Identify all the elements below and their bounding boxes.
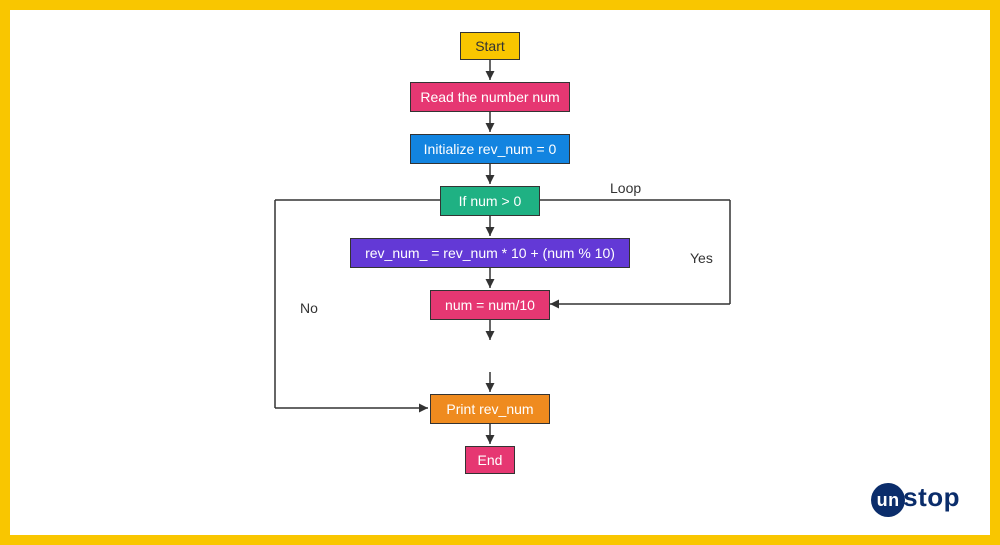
brand-prefix: un [871, 483, 905, 517]
node-read: Read the number num [410, 82, 570, 112]
node-init: Initialize rev_num = 0 [410, 134, 570, 164]
label-loop: Loop [610, 180, 641, 196]
node-end: End [465, 446, 515, 474]
node-print: Print rev_num [430, 394, 550, 424]
label-yes: Yes [690, 250, 713, 266]
node-compute: rev_num_ = rev_num * 10 + (num % 10) [350, 238, 630, 268]
node-end-label: End [478, 452, 503, 468]
node-divide-label: num = num/10 [445, 297, 535, 313]
brand-logo: unstop [871, 482, 960, 518]
node-print-label: Print rev_num [446, 401, 533, 417]
node-cond-label: If num > 0 [459, 193, 522, 209]
node-start: Start [460, 32, 520, 60]
node-init-label: Initialize rev_num = 0 [424, 141, 557, 157]
diagram-frame: Start Read the number num Initialize rev… [0, 0, 1000, 545]
brand-suffix: stop [903, 482, 960, 512]
node-cond: If num > 0 [440, 186, 540, 216]
node-read-label: Read the number num [420, 89, 559, 105]
node-compute-label: rev_num_ = rev_num * 10 + (num % 10) [365, 245, 615, 261]
diagram-canvas: Start Read the number num Initialize rev… [10, 10, 990, 535]
node-divide: num = num/10 [430, 290, 550, 320]
label-no: No [300, 300, 318, 316]
node-start-label: Start [475, 38, 505, 54]
